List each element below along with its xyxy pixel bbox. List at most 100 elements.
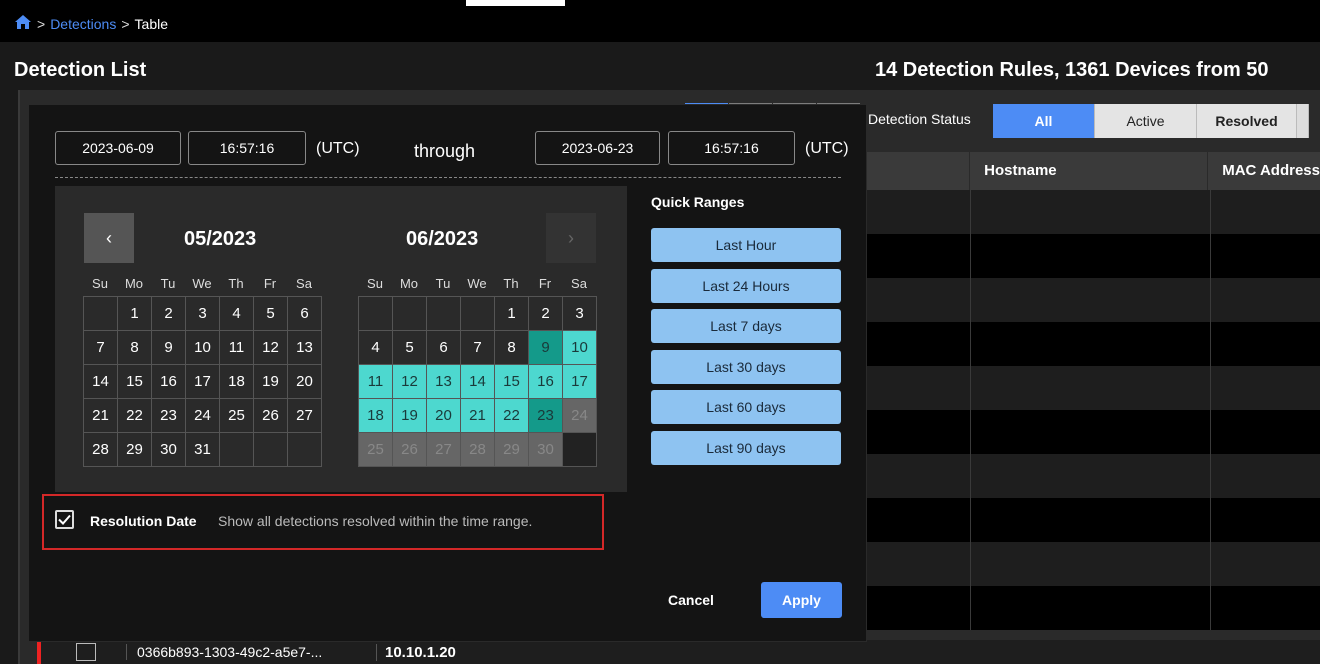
calendar-day[interactable]: 25 xyxy=(219,398,254,433)
row-checkbox[interactable] xyxy=(76,643,96,661)
resolution-date-description: Show all detections resolved within the … xyxy=(218,513,533,529)
calendar-day[interactable]: 1 xyxy=(117,296,152,331)
table-row[interactable] xyxy=(865,410,1320,454)
calendar-day[interactable]: 16 xyxy=(528,364,563,399)
table-row[interactable]: 0366b893-1303-49c2-a5e7-... 10.10.1.20 xyxy=(37,640,1320,664)
calendar-day[interactable]: 22 xyxy=(117,398,152,433)
calendar-day[interactable]: 29 xyxy=(494,432,529,467)
calendar-day[interactable]: 8 xyxy=(117,330,152,365)
chevron-left-icon[interactable]: ‹ xyxy=(84,213,134,263)
calendar-day[interactable]: 24 xyxy=(562,398,597,433)
calendar-day[interactable]: 11 xyxy=(219,330,254,365)
calendar-day[interactable]: 27 xyxy=(426,432,461,467)
status-resolved-button[interactable]: Resolved xyxy=(1197,104,1297,138)
calendar-day[interactable]: 29 xyxy=(117,432,152,467)
apply-button[interactable]: Apply xyxy=(761,582,842,618)
cancel-button[interactable]: Cancel xyxy=(668,592,714,608)
calendar-day[interactable]: 26 xyxy=(392,432,427,467)
calendar-day[interactable]: 10 xyxy=(185,330,220,365)
quick-range-button[interactable]: Last 60 days xyxy=(651,390,841,424)
table-row[interactable] xyxy=(865,454,1320,498)
chevron-right-icon[interactable]: › xyxy=(546,213,596,263)
calendar-day[interactable]: 1 xyxy=(494,296,529,331)
calendar-day[interactable]: 5 xyxy=(392,330,427,365)
calendar-day[interactable]: 20 xyxy=(426,398,461,433)
calendar-day[interactable]: 2 xyxy=(151,296,186,331)
weekday-label: Th xyxy=(228,276,244,291)
calendar-day[interactable]: 7 xyxy=(83,330,118,365)
calendar-day[interactable]: 14 xyxy=(83,364,118,399)
column-mac-address[interactable]: MAC Address xyxy=(1208,152,1320,190)
calendar-day[interactable]: 30 xyxy=(528,432,563,467)
start-date-input[interactable]: 2023-06-09 xyxy=(55,131,181,165)
calendar-day[interactable]: 21 xyxy=(83,398,118,433)
quick-range-button[interactable]: Last 7 days xyxy=(651,309,841,343)
calendar-day[interactable]: 4 xyxy=(358,330,393,365)
calendar-day[interactable]: 23 xyxy=(528,398,563,433)
home-icon[interactable] xyxy=(14,14,32,33)
table-row[interactable] xyxy=(865,190,1320,234)
calendar-day[interactable]: 3 xyxy=(185,296,220,331)
table-row[interactable] xyxy=(865,366,1320,410)
calendar-day[interactable]: 20 xyxy=(287,364,322,399)
calendar-day[interactable]: 3 xyxy=(562,296,597,331)
calendar-day[interactable]: 12 xyxy=(392,364,427,399)
calendar-day[interactable]: 15 xyxy=(117,364,152,399)
calendar-day[interactable]: 6 xyxy=(426,330,461,365)
calendar-day[interactable]: 8 xyxy=(494,330,529,365)
calendar-day[interactable]: 28 xyxy=(83,432,118,467)
calendar-day[interactable]: 30 xyxy=(151,432,186,467)
column-hostname[interactable]: Hostname xyxy=(970,152,1209,190)
through-label: through xyxy=(414,141,476,161)
calendar-day[interactable]: 15 xyxy=(494,364,529,399)
calendar-day[interactable]: 6 xyxy=(287,296,322,331)
calendar-day[interactable]: 19 xyxy=(392,398,427,433)
start-time-input[interactable]: 16:57:16 xyxy=(188,131,306,165)
calendar-day[interactable]: 18 xyxy=(358,398,393,433)
calendar-day[interactable]: 28 xyxy=(460,432,495,467)
calendar-day[interactable]: 23 xyxy=(151,398,186,433)
calendar-day[interactable]: 10 xyxy=(562,330,597,365)
resolution-date-checkbox[interactable] xyxy=(55,510,74,529)
table-row[interactable] xyxy=(865,586,1320,630)
calendar-day[interactable]: 25 xyxy=(358,432,393,467)
calendar-day[interactable]: 2 xyxy=(528,296,563,331)
calendar-day[interactable]: 13 xyxy=(426,364,461,399)
calendar-day[interactable]: 14 xyxy=(460,364,495,399)
status-active-button[interactable]: Active xyxy=(1095,104,1197,138)
calendar-day[interactable]: 18 xyxy=(219,364,254,399)
calendar-day[interactable]: 4 xyxy=(219,296,254,331)
quick-range-button[interactable]: Last 90 days xyxy=(651,430,841,465)
calendar-day[interactable]: 24 xyxy=(185,398,220,433)
end-time-input[interactable]: 16:57:16 xyxy=(668,131,795,165)
table-row[interactable] xyxy=(865,498,1320,542)
table-row[interactable] xyxy=(865,542,1320,586)
table-row[interactable] xyxy=(865,234,1320,278)
quick-range-button[interactable]: Last 30 days xyxy=(651,349,841,384)
quick-range-button[interactable]: Last Hour xyxy=(651,228,841,262)
end-date-input[interactable]: 2023-06-23 xyxy=(535,131,660,165)
calendar-day[interactable]: 9 xyxy=(151,330,186,365)
calendar-day[interactable]: 21 xyxy=(460,398,495,433)
calendar-day[interactable]: 16 xyxy=(151,364,186,399)
status-extra-button[interactable] xyxy=(1297,104,1309,138)
calendar-day[interactable]: 26 xyxy=(253,398,288,433)
calendar-day[interactable]: 13 xyxy=(287,330,322,365)
calendar-day[interactable]: 31 xyxy=(185,432,220,467)
calendar-day[interactable]: 11 xyxy=(358,364,393,399)
calendar-day[interactable]: 19 xyxy=(253,364,288,399)
status-all-button[interactable]: All xyxy=(993,104,1095,138)
calendar-day[interactable]: 22 xyxy=(494,398,529,433)
quick-range-button[interactable]: Last 24 Hours xyxy=(651,268,841,303)
table-row[interactable] xyxy=(865,278,1320,322)
calendar-day[interactable]: 27 xyxy=(287,398,322,433)
calendar-day[interactable]: 7 xyxy=(460,330,495,365)
calendar-day[interactable]: 12 xyxy=(253,330,288,365)
calendar-day[interactable]: 17 xyxy=(185,364,220,399)
breadcrumb-detections-link[interactable]: Detections xyxy=(50,16,116,32)
end-timezone: (UTC) xyxy=(805,140,849,157)
calendar-day[interactable]: 17 xyxy=(562,364,597,399)
calendar-day[interactable]: 9 xyxy=(528,330,563,365)
calendar-day[interactable]: 5 xyxy=(253,296,288,331)
table-row[interactable] xyxy=(865,322,1320,366)
